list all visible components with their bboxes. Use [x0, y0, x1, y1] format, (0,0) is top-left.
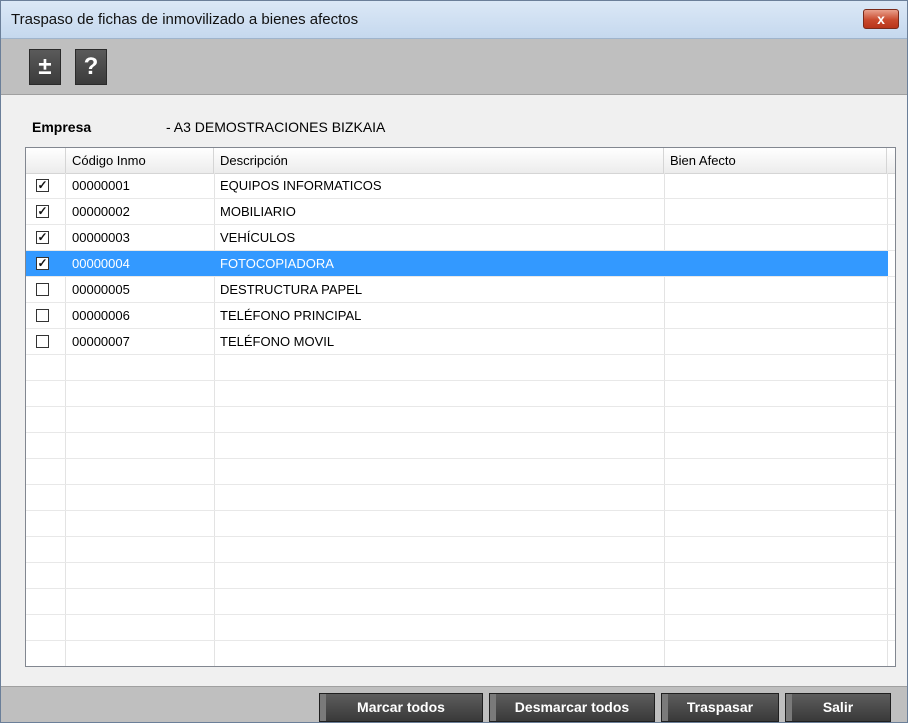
dialog-window: Traspaso de fichas de inmovilizado a bie…	[0, 0, 908, 723]
row-gridline	[26, 380, 895, 381]
row-checkbox[interactable]: ✓	[36, 205, 49, 218]
table-row[interactable]: 00000005 DESTRUCTURA PAPEL	[26, 277, 888, 302]
table-row[interactable]: 00000006 TELÉFONO PRINCIPAL	[26, 303, 888, 328]
column-header-codigo[interactable]: Código Inmo	[66, 148, 214, 173]
column-header-check[interactable]	[26, 148, 66, 173]
column-header-descripcion[interactable]: Descripción	[214, 148, 664, 173]
checkmark-icon: ✓	[37, 178, 48, 192]
salir-button[interactable]: Salir	[785, 693, 891, 722]
help-icon: ?	[83, 53, 99, 80]
row-gridline	[26, 354, 895, 355]
cell-descripcion: TELÉFONO MOVIL	[220, 334, 335, 349]
cell-codigo: 00000001	[72, 178, 130, 193]
row-checkbox[interactable]	[36, 309, 49, 322]
table-row[interactable]: ✓ 00000002 MOBILIARIO	[26, 199, 888, 224]
cell-codigo: 00000002	[72, 204, 130, 219]
column-header-bien-afecto[interactable]: Bien Afecto	[664, 148, 887, 173]
row-gridline	[26, 432, 895, 433]
cell-codigo: 00000005	[72, 282, 130, 297]
traspasar-button[interactable]: Traspasar	[661, 693, 779, 722]
row-checkbox[interactable]: ✓	[36, 231, 49, 244]
cell-descripcion: TELÉFONO PRINCIPAL	[220, 308, 362, 323]
row-gridline	[26, 406, 895, 407]
cell-descripcion: VEHÍCULOS	[220, 230, 296, 245]
table-row[interactable]: ✓ 00000001 EQUIPOS INFORMATICOS	[26, 173, 888, 198]
row-gridline	[26, 484, 895, 485]
table-row-selected[interactable]: ✓ 00000004 FOTOCOPIADORA	[26, 251, 888, 276]
grid-header: Código Inmo Descripción Bien Afecto	[26, 148, 895, 174]
plus-minus-icon: ±	[38, 53, 52, 80]
row-gridline	[26, 666, 895, 667]
toolbar: ± ?	[1, 39, 907, 95]
empresa-label: Empresa	[32, 119, 92, 135]
close-button[interactable]: x	[863, 9, 899, 29]
desmarcar-todos-label: Desmarcar todos	[514, 699, 630, 715]
window-title: Traspaso de fichas de inmovilizado a bie…	[11, 11, 359, 28]
table-row[interactable]: 00000007 TELÉFONO MOVIL	[26, 329, 888, 354]
title-bar: Traspaso de fichas de inmovilizado a bie…	[1, 1, 907, 39]
cell-codigo: 00000006	[72, 308, 130, 323]
cell-codigo: 00000007	[72, 334, 130, 349]
row-gridline	[26, 536, 895, 537]
row-gridline	[26, 510, 895, 511]
desmarcar-todos-button[interactable]: Desmarcar todos	[489, 693, 655, 722]
cell-descripcion: EQUIPOS INFORMATICOS	[220, 178, 382, 193]
traspasar-label: Traspasar	[686, 699, 754, 715]
row-gridline	[26, 640, 895, 641]
salir-label: Salir	[822, 699, 854, 715]
row-checkbox[interactable]: ✓	[36, 179, 49, 192]
cell-descripcion: MOBILIARIO	[220, 204, 296, 219]
checkmark-icon: ✓	[37, 230, 48, 244]
bottom-button-bar: Marcar todos Desmarcar todos Traspasar S…	[1, 686, 907, 722]
table-row[interactable]: ✓ 00000003 VEHÍCULOS	[26, 225, 888, 250]
row-gridline	[26, 588, 895, 589]
row-gridline	[26, 458, 895, 459]
checkmark-icon: ✓	[37, 256, 48, 270]
row-checkbox[interactable]: ✓	[36, 257, 49, 270]
expand-collapse-button[interactable]: ±	[29, 49, 61, 85]
row-gridline	[26, 562, 895, 563]
marcar-todos-label: Marcar todos	[357, 699, 445, 715]
checkmark-icon: ✓	[37, 204, 48, 218]
empresa-value: - A3 DEMOSTRACIONES BIZKAIA	[166, 119, 386, 135]
row-checkbox[interactable]	[36, 283, 49, 296]
help-button[interactable]: ?	[75, 49, 107, 85]
close-icon: x	[877, 11, 885, 27]
marcar-todos-button[interactable]: Marcar todos	[319, 693, 483, 722]
row-gridline	[26, 614, 895, 615]
assets-grid[interactable]: Código Inmo Descripción Bien Afecto ✓ 00…	[25, 147, 896, 667]
cell-codigo: 00000003	[72, 230, 130, 245]
cell-codigo: 00000004	[72, 256, 130, 271]
cell-descripcion: DESTRUCTURA PAPEL	[220, 282, 363, 297]
row-checkbox[interactable]	[36, 335, 49, 348]
cell-descripcion: FOTOCOPIADORA	[220, 256, 334, 271]
